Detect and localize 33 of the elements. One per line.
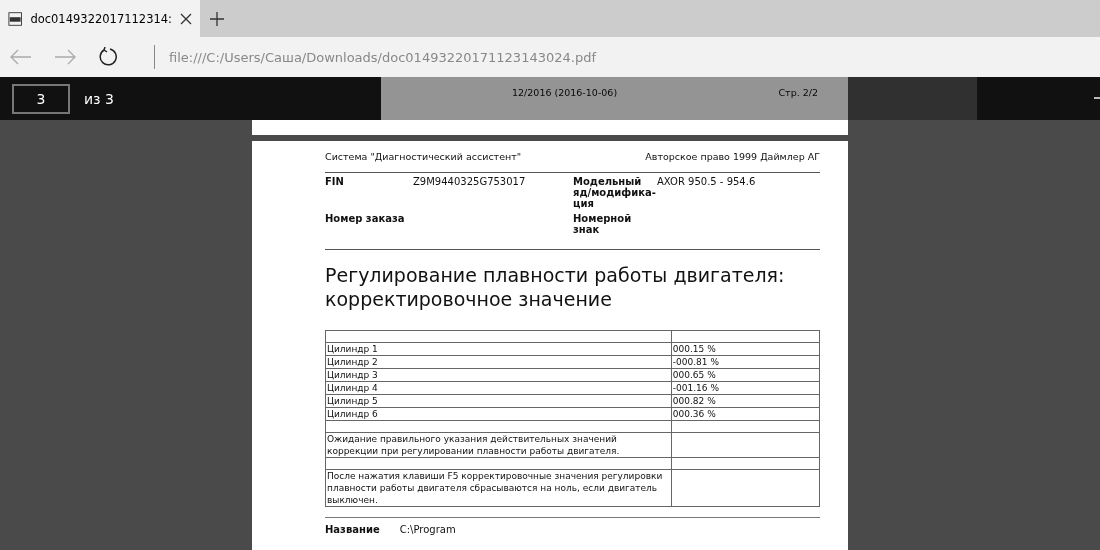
pdf-file-icon	[8, 10, 23, 27]
field-label: Номер заказа	[325, 213, 406, 226]
field-label: FIN	[325, 176, 345, 189]
table-cell: После нажатия клавиши F5 корректировочные значения регулировки плавности работы двигателя сбрасываются на ноль, если двигатель выключен.	[325, 469, 672, 506]
page-number: Стр. 2/2	[778, 87, 818, 98]
table-cell: Ожидание правильного указания действительных значений коррекции при регулировании плавности работы двигателя.	[325, 432, 672, 457]
table-cell: 000.82 %	[671, 394, 820, 407]
table-cell: Цилиндр 1	[325, 342, 672, 355]
header-text: Авторское право 1999 Даймлер АГ	[645, 151, 820, 162]
table-cell: 000.36 %	[671, 407, 820, 420]
field-value: Z9M9440325G753017	[413, 176, 527, 189]
refresh-icon[interactable]	[98, 47, 118, 67]
table-cell: 000.15 %	[671, 342, 820, 355]
minus-icon	[1094, 97, 1100, 99]
field-label: Модельный яд/модифика-ция	[573, 176, 657, 209]
table-cell: Цилиндр 4	[325, 381, 672, 394]
table-cell: Цилиндр 3	[325, 368, 672, 381]
table-cell: 000.65 %	[671, 368, 820, 381]
page-number-field[interactable]: 3	[12, 83, 70, 114]
page-count: из 3	[84, 90, 114, 107]
header-text: Система "Диагностический ассистент"	[325, 151, 522, 162]
table-cell: -000.81 %	[671, 355, 820, 368]
table-cell: Цилиндр 2	[325, 355, 672, 368]
field-label: Название	[325, 523, 380, 535]
field-value: C:\Program	[399, 523, 456, 535]
close-icon[interactable]	[180, 12, 192, 25]
table-cell: -001.16 %	[671, 381, 820, 394]
table-cell: Цилиндр 6	[325, 407, 672, 420]
field-label: Номерной знак	[573, 213, 633, 235]
table-cell: Цилиндр 5	[325, 394, 672, 407]
field-value: AXOR 950.5 - 954.6	[657, 176, 757, 189]
page-footer-date: 12/2016 (2016-10-06)	[512, 87, 618, 98]
page-title: Регулирование плавности работы двигателя: корректировочное значение	[325, 264, 786, 312]
